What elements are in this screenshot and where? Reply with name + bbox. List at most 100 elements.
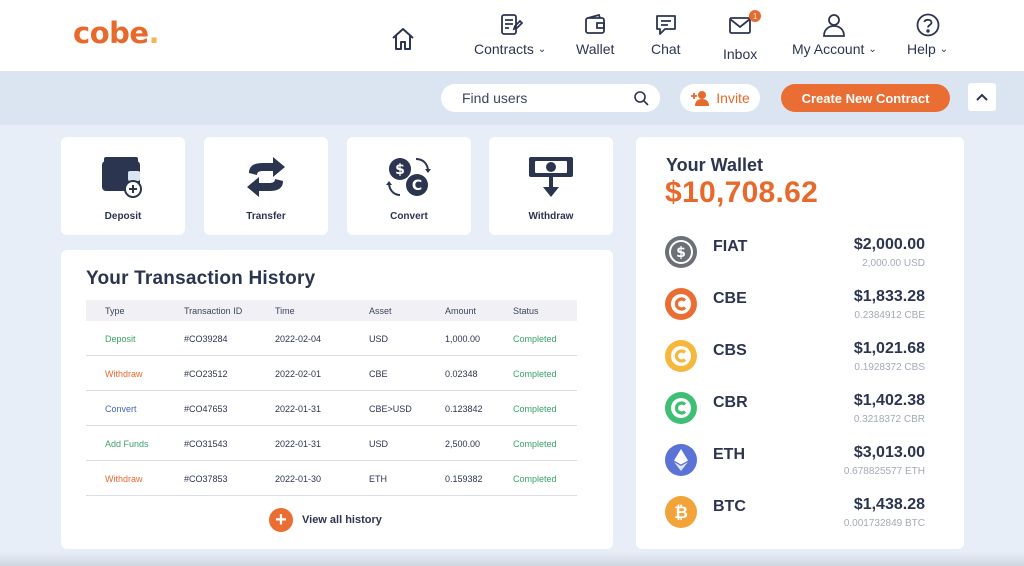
contract-document-icon xyxy=(501,14,524,35)
transaction-status: Completed xyxy=(513,439,557,449)
asset-quantity: 0.2384912 CBE xyxy=(854,310,925,321)
nav-wallet-label: Wallet xyxy=(576,41,615,57)
transaction-id: #CO47653 xyxy=(184,404,228,414)
transaction-history-panel: Your Transaction History Type Transactio… xyxy=(61,250,613,549)
wallet-total-balance: $10,708.62 xyxy=(665,176,819,209)
transaction-type: Deposit xyxy=(105,334,136,344)
svg-text:C: C xyxy=(412,178,422,194)
question-mark-icon xyxy=(916,13,939,37)
wallet-asset-eth[interactable]: ETH $3,013.00 0.678825577 ETH xyxy=(636,440,964,486)
transaction-amount: 0.02348 xyxy=(445,369,478,379)
table-row[interactable]: Withdraw #CO37853 2022-01-30 ETH 0.15938… xyxy=(86,461,577,496)
asset-quantity: 0.001732849 BTC xyxy=(843,518,925,529)
nav-my-account[interactable]: My Account ⌄ xyxy=(792,12,877,57)
transaction-id: #CO39284 xyxy=(184,334,228,344)
asset-name: FIAT xyxy=(713,238,748,255)
currency-convert-icon: $ C xyxy=(386,158,431,196)
user-icon xyxy=(823,14,846,37)
search-icon[interactable] xyxy=(633,90,649,106)
transaction-history-title: Your Transaction History xyxy=(86,268,316,289)
search-input[interactable] xyxy=(462,90,632,106)
home-icon[interactable] xyxy=(390,26,416,52)
view-all-history-label: View all history xyxy=(302,514,382,526)
wallet-asset-cbr[interactable]: CBR $1,402.38 0.3218372 CBR xyxy=(636,388,964,434)
asset-name: BTC xyxy=(713,498,746,515)
nav-inbox[interactable]: 1 Inbox xyxy=(723,10,762,62)
svg-text:$: $ xyxy=(395,162,405,178)
wallet-add-icon xyxy=(102,157,142,198)
transaction-asset: USD xyxy=(369,334,389,344)
transaction-asset: USD xyxy=(369,439,389,449)
add-user-icon xyxy=(691,91,710,106)
asset-quantity: 0.678825577 ETH xyxy=(843,466,925,477)
nav-help[interactable]: Help ⌄ xyxy=(907,12,948,57)
transfer-label: Transfer xyxy=(246,211,286,222)
chevron-up-icon xyxy=(976,93,988,101)
transaction-time: 2022-02-01 xyxy=(275,369,322,379)
transaction-amount: 1,000.00 xyxy=(445,334,481,344)
svg-text:$: $ xyxy=(676,245,686,261)
nav-chat[interactable]: Chat xyxy=(651,12,681,57)
wallet-title: Your Wallet xyxy=(666,155,764,175)
nav-wallet[interactable]: Wallet xyxy=(576,12,614,57)
ethereum-icon xyxy=(665,444,697,476)
cbs-coin-icon xyxy=(665,340,697,372)
wallet-icon xyxy=(585,13,606,34)
transaction-amount: 2,500.00 xyxy=(445,439,481,449)
transaction-asset: ETH xyxy=(369,474,387,484)
nav-contracts-label: Contracts xyxy=(474,41,534,57)
transaction-status: Completed xyxy=(513,474,557,484)
wallet-asset-cbs[interactable]: CBS $1,021.68 0.1928372 CBS xyxy=(636,336,964,382)
cash-withdraw-icon xyxy=(529,157,573,197)
asset-usd-value: $2,000.00 xyxy=(853,236,925,253)
table-header: Type Transaction ID Time Asset Amount St… xyxy=(86,300,577,321)
bitcoin-icon: ₿ xyxy=(665,496,697,528)
table-row[interactable]: Add Funds #CO31543 2022-01-31 USD 2,500.… xyxy=(86,426,577,461)
find-users-search[interactable] xyxy=(441,84,660,112)
bottom-edge xyxy=(0,552,1024,566)
asset-quantity: 0.1928372 CBS xyxy=(854,362,925,373)
transaction-type: Convert xyxy=(105,404,137,414)
invite-label: Invite xyxy=(716,90,750,106)
nav-contracts[interactable]: Contracts ⌄ xyxy=(474,12,546,57)
asset-usd-value: $1,438.28 xyxy=(853,496,925,513)
collapse-toggle-button[interactable] xyxy=(968,83,996,111)
transfer-arrows-icon xyxy=(247,157,285,197)
transfer-card[interactable]: Transfer xyxy=(204,137,328,235)
transaction-time: 2022-02-04 xyxy=(275,334,322,344)
transaction-time: 2022-01-31 xyxy=(275,404,322,414)
asset-name: CBR xyxy=(713,394,748,411)
svg-text:₿: ₿ xyxy=(674,503,688,523)
invite-button[interactable]: Invite xyxy=(680,84,760,112)
deposit-label: Deposit xyxy=(104,211,142,222)
column-header: Asset xyxy=(369,306,392,316)
wallet-asset-fiat[interactable]: $ FIAT $2,000.00 2,000.00 USD xyxy=(636,232,964,278)
asset-quantity: 0.3218372 CBR xyxy=(853,414,925,425)
transaction-asset: CBE xyxy=(369,369,388,379)
top-navigation: cobe. Contracts ⌄ Wallet Chat 1 Inbox My… xyxy=(0,0,1024,71)
transaction-amount: 0.159382 xyxy=(445,474,483,484)
transaction-type: Withdraw xyxy=(105,369,143,379)
table-row[interactable]: Withdraw #CO23512 2022-02-01 CBE 0.02348… xyxy=(86,356,577,391)
nav-inbox-label: Inbox xyxy=(723,46,758,62)
deposit-card[interactable]: Deposit xyxy=(61,137,185,235)
column-header: Status xyxy=(513,306,539,316)
cbe-coin-icon xyxy=(665,288,697,320)
cobe-logo[interactable]: cobe. xyxy=(73,16,160,50)
convert-card[interactable]: $ C Convert xyxy=(347,137,471,235)
transaction-time: 2022-01-30 xyxy=(275,474,322,484)
wallet-asset-btc[interactable]: ₿ BTC $1,438.28 0.001732849 BTC xyxy=(636,492,964,538)
view-all-history-button[interactable]: + View all history xyxy=(269,508,382,532)
wallet-panel: Your Wallet $10,708.62 $ FIAT $2,000.00 … xyxy=(636,137,964,549)
transaction-id: #CO23512 xyxy=(184,369,228,379)
table-row[interactable]: Deposit #CO39284 2022-02-04 USD 1,000.00… xyxy=(86,321,577,356)
table-row[interactable]: Convert #CO47653 2022-01-31 CBE>USD 0.12… xyxy=(86,391,577,426)
create-new-contract-button[interactable]: Create New Contract xyxy=(781,84,950,112)
transaction-type: Add Funds xyxy=(105,439,149,449)
chevron-down-icon: ⌄ xyxy=(868,43,877,55)
chevron-down-icon: ⌄ xyxy=(537,43,547,55)
wallet-asset-cbe[interactable]: CBE $1,833.28 0.2384912 CBE xyxy=(636,284,964,330)
column-header: Transaction ID xyxy=(184,306,243,316)
withdraw-card[interactable]: Withdraw xyxy=(489,137,613,235)
convert-label: Convert xyxy=(390,211,428,222)
